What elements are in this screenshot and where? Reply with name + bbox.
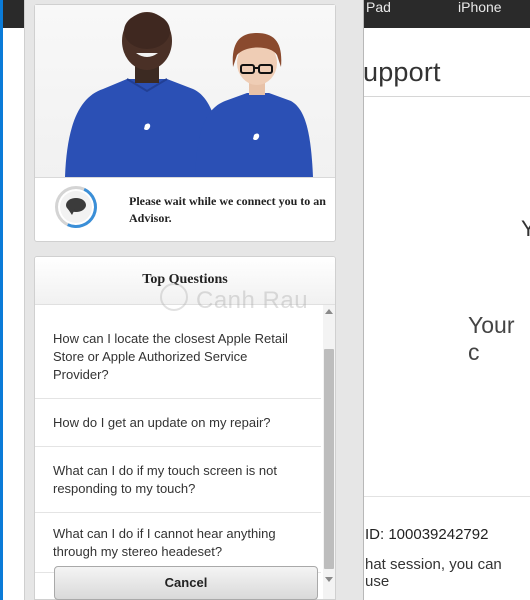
top-questions-title: Top Questions — [142, 272, 228, 287]
question-item[interactable]: How do I get an update on my repair? — [35, 399, 321, 447]
advisor-card: Please wait while we connect you to an A… — [34, 4, 336, 242]
advisors-illustration — [65, 12, 313, 177]
session-id-text: ID: 100039242792 — [365, 526, 489, 543]
connecting-status-text: Please wait while we connect you to an A… — [129, 194, 326, 225]
questions-scrollbar[interactable] — [323, 305, 335, 599]
scroll-down-arrow-icon[interactable] — [325, 577, 333, 582]
question-item[interactable]: What can I do if my touch screen is not … — [35, 447, 321, 513]
divider — [35, 177, 335, 178]
session-info-text: hat session, you can use — [365, 556, 502, 590]
divider — [363, 496, 530, 497]
question-item[interactable]: How can I locate the closest Apple Retai… — [35, 315, 321, 399]
question-item[interactable]: What can I do if I cannot hear anything … — [35, 513, 321, 573]
advisor-photo — [35, 5, 335, 177]
page-title: upport — [363, 57, 441, 87]
scroll-thumb[interactable] — [324, 349, 334, 569]
questions-list: How can I locate the closest Apple Retai… — [35, 315, 321, 573]
window-edge-bar — [0, 0, 3, 600]
watermark-text: Canh Rau — [196, 287, 309, 314]
heading-fragment: Y — [521, 216, 530, 241]
cancel-button[interactable]: Cancel — [54, 566, 318, 600]
scroll-up-arrow-icon[interactable] — [325, 309, 333, 314]
subheading-fragment: Your c — [468, 312, 515, 365]
nav-item-iphone[interactable]: iPhone — [458, 0, 502, 14]
connecting-spinner-icon — [49, 180, 103, 234]
watermark-logo-icon — [160, 283, 188, 311]
nav-item-ipad[interactable]: Pad — [366, 0, 391, 14]
chat-bubble-tail — [68, 209, 75, 215]
divider — [363, 96, 530, 97]
